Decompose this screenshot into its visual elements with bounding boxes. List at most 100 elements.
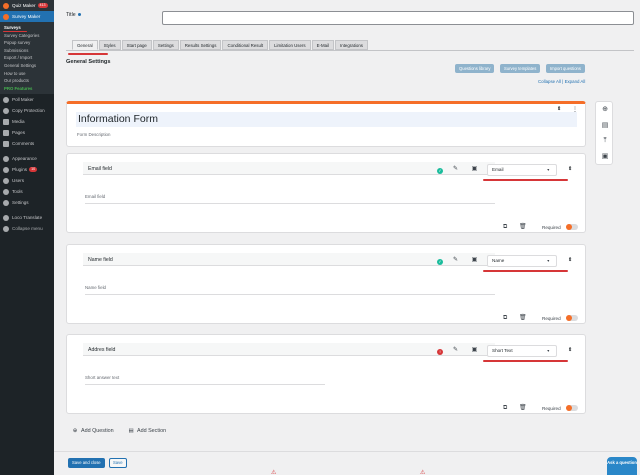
tab-integrations[interactable]: Integrations: [335, 40, 368, 50]
question-title[interactable]: Addres field: [88, 347, 115, 353]
sidebar-item-plugins[interactable]: Plugins 10: [0, 164, 54, 175]
sidebar-item-comments[interactable]: Comments: [0, 138, 54, 149]
image-icon[interactable]: ▣: [471, 257, 478, 264]
required-toggle[interactable]: [566, 224, 578, 230]
edit-notes-icon[interactable]: ✎: [452, 257, 459, 264]
sidebar-item-pages[interactable]: Pages: [0, 127, 54, 138]
tab-limitation-users[interactable]: Limitation Users: [269, 40, 311, 50]
sidebar-item-appearance[interactable]: Appearance: [0, 153, 54, 164]
question-type-select[interactable]: Name ▼: [487, 255, 557, 267]
question-title-row[interactable]: Email field: [83, 162, 495, 175]
submenu-how-to-use[interactable]: How to use: [0, 70, 54, 78]
survey-title-input[interactable]: [162, 11, 634, 25]
import-questions-button[interactable]: Import questions: [546, 64, 585, 73]
answer-placeholder[interactable]: Email field: [85, 194, 495, 204]
submenu-pro-features[interactable]: PRO Features: [0, 85, 54, 93]
tab-email[interactable]: E-Mail: [311, 40, 335, 50]
ask-question-button[interactable]: Ask a question: [607, 457, 637, 475]
collapse-icon[interactable]: ⇕: [568, 258, 572, 263]
type-select-highlight: [483, 270, 568, 272]
link-separator: |: [562, 79, 564, 84]
form-header: Information Form: [76, 112, 577, 127]
answer-placeholder[interactable]: Short answer text: [85, 375, 325, 385]
import-icon[interactable]: ⤒: [601, 137, 609, 145]
delete-icon[interactable]: 🗑: [519, 315, 527, 321]
form-description[interactable]: Form Description: [77, 132, 110, 137]
submenu-surveys[interactable]: Surveys: [0, 24, 54, 32]
tab-start-page[interactable]: Start page: [121, 40, 152, 50]
required-label: Required: [542, 316, 561, 321]
image-icon[interactable]: ▣: [471, 166, 478, 173]
save-template-icon[interactable]: ▣: [601, 153, 609, 161]
title-label: Title: [66, 12, 82, 18]
sidebar-item-label: Tools: [12, 189, 23, 195]
add-question-button[interactable]: ⊕ Add Question: [72, 428, 114, 434]
sidebar-item-label: Survey Maker: [12, 14, 41, 19]
collapse-all-link[interactable]: Collapse All: [538, 79, 561, 84]
required-toggle[interactable]: [566, 405, 578, 411]
tools-icon: [3, 188, 9, 195]
collapse-expand-links: Collapse All | Expand All: [538, 79, 585, 84]
question-card: Name field ✓ ✎ ▣ Name ▼ ⇕ Name field ⧉ 🗑 …: [66, 244, 586, 324]
sidebar-item-survey-maker[interactable]: Survey Maker: [0, 11, 54, 22]
edit-notes-icon[interactable]: ✎: [452, 166, 459, 173]
sidebar-item-media[interactable]: Media: [0, 116, 54, 127]
delete-icon[interactable]: 🗑: [519, 405, 527, 411]
submenu-export-import[interactable]: Export / Import: [0, 54, 54, 62]
more-options-icon[interactable]: ⋮: [572, 107, 578, 113]
plugins-update-badge: 10: [29, 167, 38, 173]
duplicate-icon[interactable]: ⧉: [503, 405, 507, 411]
sidebar-item-copy-protection[interactable]: Copy Protection: [0, 105, 54, 116]
sidebar-item-label: Settings: [12, 200, 29, 206]
duplicate-icon[interactable]: ⧉: [503, 224, 507, 230]
chevron-down-icon: ▼: [546, 349, 550, 353]
sidebar-collapse-menu[interactable]: Collapse menu: [0, 223, 54, 234]
sidebar-item-settings[interactable]: Settings: [0, 197, 54, 208]
submenu-general-settings[interactable]: General Settings: [0, 62, 54, 70]
sidebar-item-quiz-maker[interactable]: Quiz Maker 413: [0, 0, 54, 11]
submenu-popup-survey[interactable]: Popup survey: [0, 39, 54, 47]
poll-maker-icon: [3, 96, 9, 103]
collapse-icon: [3, 225, 9, 232]
sidebar-item-label: Quiz Maker: [12, 3, 36, 8]
answer-placeholder[interactable]: Name field: [85, 285, 495, 295]
submenu-submissions[interactable]: Submissions: [0, 47, 54, 55]
tab-conditional-result[interactable]: Conditional Result: [222, 40, 269, 50]
info-icon: [78, 13, 82, 16]
tab-results-settings[interactable]: Results Settings: [179, 40, 222, 50]
sidebar-item-poll-maker[interactable]: Poll Maker: [0, 94, 54, 105]
collapse-icon[interactable]: ⇕: [557, 107, 561, 112]
collapse-icon[interactable]: ⇕: [568, 167, 572, 172]
submenu-our-products[interactable]: Our products: [0, 77, 54, 85]
question-title[interactable]: Email field: [88, 166, 112, 172]
tab-settings[interactable]: Settings: [152, 40, 179, 50]
duplicate-icon[interactable]: ⧉: [503, 315, 507, 321]
survey-templates-button[interactable]: Survey templates: [500, 64, 541, 73]
sidebar-item-loco-translate[interactable]: Loco Translate: [0, 212, 54, 223]
save-and-close-button[interactable]: Save and close: [68, 458, 105, 468]
tab-styles[interactable]: Styles: [98, 40, 121, 50]
expand-all-link[interactable]: Expand All: [565, 79, 586, 84]
sidebar-item-users[interactable]: Users: [0, 175, 54, 186]
add-circle-icon: ⊕: [72, 428, 78, 434]
question-title-row[interactable]: Addres field: [83, 343, 495, 356]
add-circle-icon[interactable]: ⊕: [601, 106, 609, 114]
update-badge: 413: [37, 3, 48, 8]
required-toggle[interactable]: [566, 315, 578, 321]
add-section-icon[interactable]: ▤: [601, 122, 609, 130]
submenu-survey-categories[interactable]: Survey Categories: [0, 32, 54, 40]
question-title[interactable]: Name field: [88, 257, 113, 263]
question-type-select[interactable]: Email ▼: [487, 164, 557, 176]
form-title[interactable]: Information Form: [78, 113, 158, 125]
save-button[interactable]: Save: [109, 458, 127, 468]
collapse-icon[interactable]: ⇕: [568, 348, 572, 353]
sidebar-item-tools[interactable]: Tools: [0, 186, 54, 197]
question-type-select[interactable]: Short Text ▼: [487, 345, 557, 357]
image-icon[interactable]: ▣: [471, 347, 478, 354]
questions-library-button[interactable]: Questions library: [455, 64, 495, 73]
tab-general[interactable]: General: [72, 40, 98, 50]
delete-icon[interactable]: 🗑: [519, 224, 527, 230]
question-title-row[interactable]: Name field: [83, 253, 495, 266]
edit-notes-icon[interactable]: ✎: [452, 347, 459, 354]
add-section-button[interactable]: ▤ Add Section: [128, 428, 166, 434]
